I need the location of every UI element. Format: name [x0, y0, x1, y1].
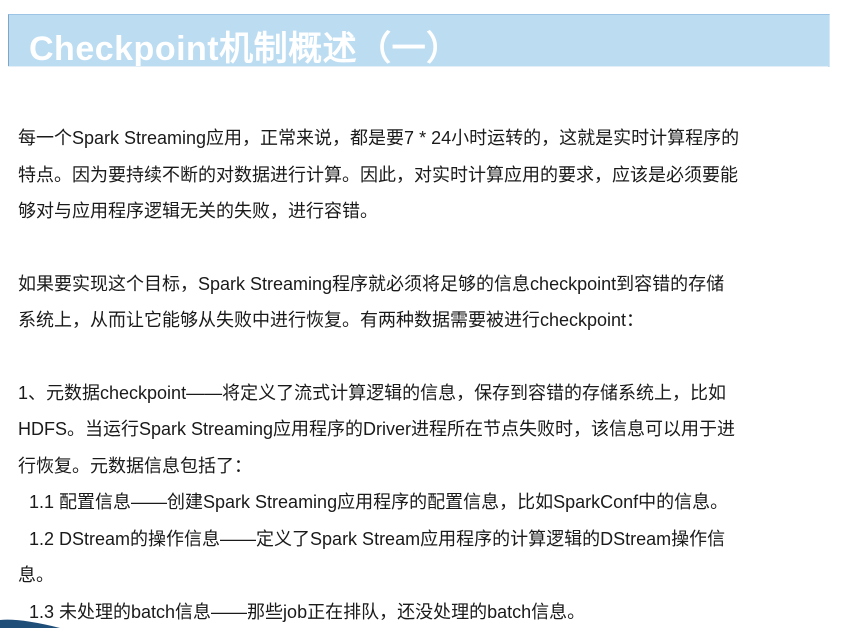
text-line: HDFS。当运行Spark Streaming应用程序的Driver进程所在节点…: [18, 411, 818, 448]
sub-item-dstream-ops-wrap: 息。: [18, 557, 818, 594]
text-line: 够对与应用程序逻辑无关的失败，进行容错。: [18, 193, 818, 230]
goal-paragraph: 如果要实现这个目标，Spark Streaming程序就必须将足够的信息chec…: [18, 266, 818, 339]
text-line: 每一个Spark Streaming应用，正常来说，都是要7 * 24小时运转的…: [18, 120, 818, 157]
text-line: 系统上，从而让它能够从失败中进行恢复。有两种数据需要被进行checkpoint：: [18, 302, 818, 339]
sub-item-dstream-ops: 1.2 DStream的操作信息——定义了Spark Stream应用程序的计算…: [18, 521, 818, 558]
text-line: 1.2 DStream的操作信息——定义了Spark Stream应用程序的计算…: [29, 521, 818, 558]
text-line: 1.3 未处理的batch信息——那些job正在排队，还没处理的batch信息。: [29, 594, 818, 630]
metadata-checkpoint-item: 1、元数据checkpoint——将定义了流式计算逻辑的信息，保存到容错的存储系…: [18, 375, 818, 485]
slide-body: 每一个Spark Streaming应用，正常来说，都是要7 * 24小时运转的…: [18, 120, 818, 630]
slide-title-bar: Checkpoint机制概述（一）: [8, 14, 830, 67]
paragraph-gap: [18, 339, 818, 375]
sub-item-config: 1.1 配置信息——创建Spark Streaming应用程序的配置信息，比如S…: [18, 484, 818, 521]
title-divider: [8, 66, 828, 67]
intro-paragraph: 每一个Spark Streaming应用，正常来说，都是要7 * 24小时运转的…: [18, 120, 818, 230]
sub-item-unprocessed-batch: 1.3 未处理的batch信息——那些job正在排队，还没处理的batch信息。: [18, 594, 818, 630]
text-line: 如果要实现这个目标，Spark Streaming程序就必须将足够的信息chec…: [18, 266, 818, 303]
slide-title: Checkpoint机制概述（一）: [29, 21, 461, 70]
text-line: 1.1 配置信息——创建Spark Streaming应用程序的配置信息，比如S…: [29, 484, 818, 521]
text-line: 息。: [18, 557, 818, 594]
text-line: 行恢复。元数据信息包括了：: [18, 448, 818, 485]
text-line: 1、元数据checkpoint——将定义了流式计算逻辑的信息，保存到容错的存储系…: [18, 375, 818, 412]
text-line: 特点。因为要持续不断的对数据进行计算。因此，对实时计算应用的要求，应该是必须要能: [18, 157, 818, 194]
corner-wave-decoration: [0, 616, 60, 628]
paragraph-gap: [18, 230, 818, 266]
